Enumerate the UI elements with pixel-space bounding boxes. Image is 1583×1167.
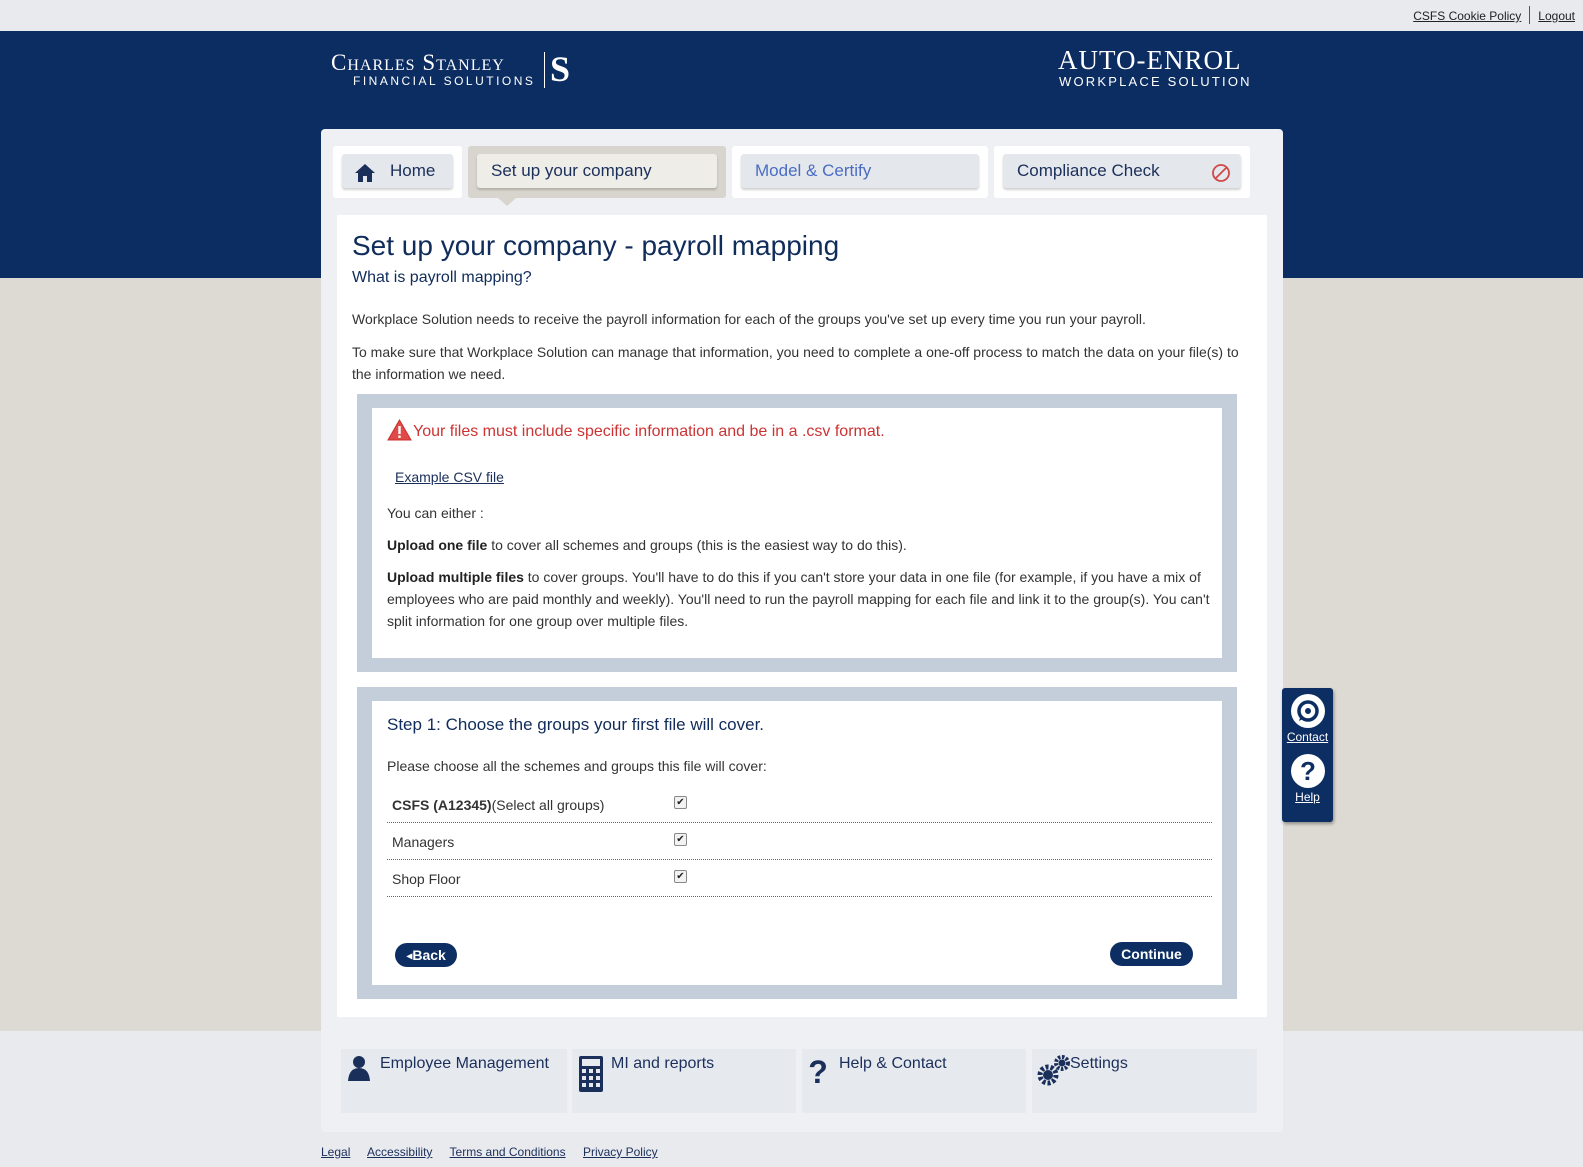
help-link[interactable]: Help xyxy=(1282,790,1333,804)
accessibility-link[interactable]: Accessibility xyxy=(367,1145,432,1159)
page-subtitle: What is payroll mapping? xyxy=(352,269,532,286)
top-utility-bar: CSFS Cookie Policy Logout xyxy=(0,0,1583,31)
managers-checkbox[interactable]: ✔ xyxy=(674,833,687,846)
step1-instruction: Please choose all the schemes and groups… xyxy=(387,758,767,774)
bottom-nav-employee-management[interactable]: Employee Management xyxy=(341,1049,567,1113)
either-text: You can either : xyxy=(387,505,484,521)
cookie-policy-link[interactable]: CSFS Cookie Policy xyxy=(1405,9,1529,23)
tab-compliance-check-button[interactable]: Compliance Check xyxy=(1003,154,1241,188)
page-title: Set up your company - payroll mapping xyxy=(352,230,840,261)
utility-links: CSFS Cookie Policy Logout xyxy=(1405,5,1583,24)
group-row-managers: Managers ✔ xyxy=(387,823,1212,860)
tab-home-label: Home xyxy=(390,161,436,180)
back-label: Back xyxy=(412,947,446,963)
auto-enrol-logo: AUTO-ENROL Workplace Solution xyxy=(1058,45,1252,89)
tab-model-certify[interactable]: Model & Certify xyxy=(732,146,988,198)
gears-icon xyxy=(1036,1053,1072,1092)
bottom-nav-label: Settings xyxy=(1070,1055,1128,1072)
tab-compliance-check-label: Compliance Check xyxy=(1017,161,1160,180)
continue-button[interactable]: Continue xyxy=(1110,942,1193,966)
csv-info-box-inner: Your files must include specific informa… xyxy=(372,408,1222,658)
group-row-shop-floor: Shop Floor ✔ xyxy=(387,860,1212,897)
bottom-nav-label: MI and reports xyxy=(611,1055,715,1072)
bottom-nav-help-contact[interactable]: ? Help & Contact xyxy=(802,1049,1026,1113)
tab-home-button[interactable]: Home xyxy=(342,154,453,188)
active-tab-pointer xyxy=(498,198,516,206)
scheme-select-all: (Select all groups) xyxy=(491,797,605,813)
help-icon[interactable]: ? xyxy=(1290,754,1325,788)
upload-multiple-files-text: Upload multiple files to cover groups. Y… xyxy=(387,566,1212,632)
csv-warning: Your files must include specific informa… xyxy=(387,418,885,441)
logo-monogram: S xyxy=(550,49,571,89)
tab-set-up-company[interactable]: Set up your company xyxy=(468,146,726,206)
tab-model-certify-label: Model & Certify xyxy=(755,161,872,180)
tab-compliance-check[interactable]: Compliance Check xyxy=(994,146,1250,198)
tab-model-certify-button[interactable]: Model & Certify xyxy=(741,154,979,188)
contact-icon[interactable] xyxy=(1290,694,1325,728)
content-area: Set up your company - payroll mapping Wh… xyxy=(337,215,1267,1017)
warning-icon xyxy=(387,418,413,441)
auto-enrol-subtitle: Workplace Solution xyxy=(1059,74,1252,89)
bottom-nav-settings[interactable]: Settings xyxy=(1032,1049,1257,1113)
shop-floor-checkbox[interactable]: ✔ xyxy=(674,870,687,883)
blocked-icon xyxy=(1211,161,1231,195)
intro-paragraph-1: Workplace Solution needs to receive the … xyxy=(352,311,1146,327)
step1-title: Step 1: Choose the groups your first fil… xyxy=(387,715,765,734)
bottom-nav-mi-reports[interactable]: MI and reports xyxy=(572,1049,796,1113)
bottom-nav-label: Employee Management xyxy=(380,1055,549,1072)
scheme-label: CSFS (A12345)(Select all groups) xyxy=(392,797,604,813)
tab-home[interactable]: Home xyxy=(333,146,462,198)
step1-box: Step 1: Choose the groups your first fil… xyxy=(357,687,1237,999)
logo-line1: Charles Stanley xyxy=(331,50,505,75)
group-label: Shop Floor xyxy=(392,871,461,887)
upload-multiple-files-bold: Upload multiple files xyxy=(387,569,524,585)
tab-set-up-company-label: Set up your company xyxy=(491,161,652,180)
home-icon xyxy=(354,161,376,195)
side-support-widget: Contact ? Help xyxy=(1282,688,1333,822)
charles-stanley-logo[interactable]: Charles Stanley Financial Solutions S xyxy=(331,49,570,89)
logo-divider xyxy=(544,52,545,88)
svg-text:?: ? xyxy=(808,1055,828,1087)
logo-line2: Financial Solutions xyxy=(353,74,536,88)
contact-link[interactable]: Contact xyxy=(1282,730,1333,744)
scheme-name: CSFS (A12345) xyxy=(392,797,492,813)
upload-one-file-bold: Upload one file xyxy=(387,537,488,553)
warning-text: Your files must include specific informa… xyxy=(413,423,885,441)
bottom-nav-label: Help & Contact xyxy=(839,1055,947,1072)
intro-paragraph-2: To make sure that Workplace Solution can… xyxy=(352,344,1239,382)
terms-link[interactable]: Terms and Conditions xyxy=(450,1145,566,1159)
auto-enrol-title: AUTO-ENROL xyxy=(1058,45,1242,75)
svg-text:?: ? xyxy=(1300,756,1316,786)
legal-link[interactable]: Legal xyxy=(321,1145,350,1159)
example-csv-link[interactable]: Example CSV file xyxy=(395,469,504,485)
person-icon xyxy=(347,1055,371,1086)
scheme-checkbox[interactable]: ✔ xyxy=(674,796,687,809)
calculator-icon xyxy=(578,1055,604,1098)
main-panel: Home Set up your company Model & Certify… xyxy=(321,129,1283,1132)
tab-set-up-company-button[interactable]: Set up your company xyxy=(477,154,717,188)
footer-links: Legal Accessibility Terms and Conditions… xyxy=(321,1145,672,1159)
upload-one-file-rest: to cover all schemes and groups (this is… xyxy=(487,537,907,553)
privacy-link[interactable]: Privacy Policy xyxy=(583,1145,658,1159)
group-row-scheme: CSFS (A12345)(Select all groups) ✔ xyxy=(387,786,1212,823)
csv-info-box: Your files must include specific informa… xyxy=(357,394,1237,672)
step1-box-inner: Step 1: Choose the groups your first fil… xyxy=(372,701,1222,985)
back-button[interactable]: ◀Back xyxy=(395,943,457,967)
upload-one-file-text: Upload one file to cover all schemes and… xyxy=(387,534,1212,556)
question-icon: ? xyxy=(808,1054,832,1092)
logout-link[interactable]: Logout xyxy=(1530,9,1583,23)
group-label: Managers xyxy=(392,834,455,850)
